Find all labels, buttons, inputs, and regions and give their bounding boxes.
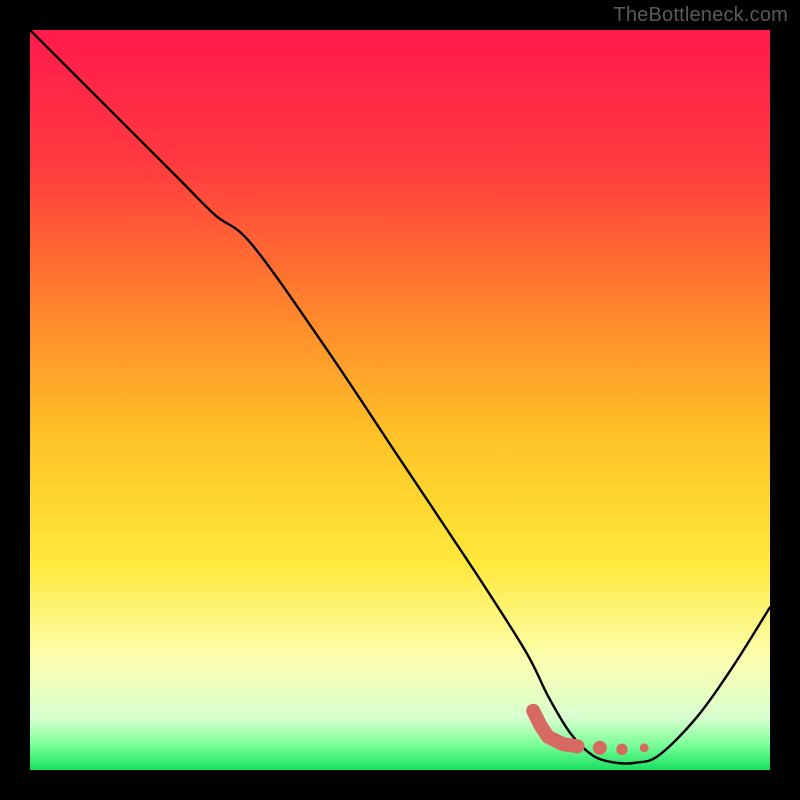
watermark-text: TheBottleneck.com (613, 4, 788, 27)
bottleneck-curve (30, 30, 770, 764)
chart-frame (30, 30, 770, 770)
curve-layer (30, 30, 770, 770)
plot-area (30, 30, 770, 770)
optimal-region-markers (533, 711, 648, 755)
